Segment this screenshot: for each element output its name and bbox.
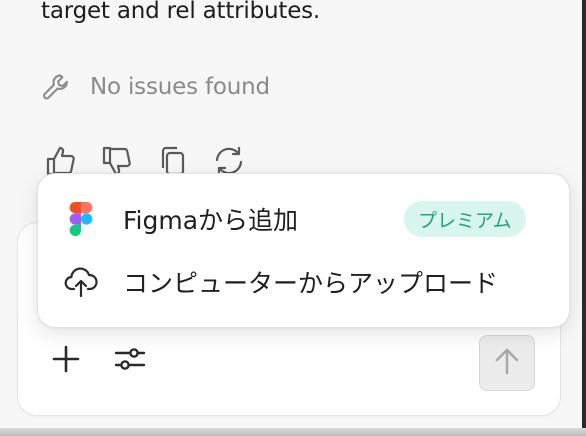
menu-item-label: Figmaから追加	[123, 206, 299, 235]
figma-icon	[64, 202, 98, 236]
lint-notice: No issues found	[40, 70, 270, 104]
menu-item-label: コンピューターからアップロード	[123, 269, 499, 298]
menu-item-upload-from-computer[interactable]: コンピューターからアップロード	[38, 252, 569, 312]
sliders-icon[interactable]	[112, 343, 148, 375]
wrench-icon	[40, 71, 72, 103]
menu-item-add-from-figma[interactable]: Figmaから追加 プレミアム	[38, 189, 569, 249]
send-button[interactable]	[479, 335, 535, 391]
attachment-menu: Figmaから追加 プレミアム コンピューターからアップロード	[37, 173, 570, 328]
notice-text: No issues found	[90, 74, 270, 100]
assistant-message-text: target and rel attributes.	[41, 0, 321, 24]
chat-panel: target and rel attributes. No issues fou…	[0, 0, 582, 428]
arrow-up-icon	[493, 346, 521, 380]
plus-icon[interactable]	[50, 343, 82, 375]
window-bottom-edge	[0, 428, 586, 436]
window-edge	[582, 0, 586, 436]
cloud-upload-icon	[64, 265, 98, 299]
premium-badge: プレミアム	[404, 201, 526, 237]
